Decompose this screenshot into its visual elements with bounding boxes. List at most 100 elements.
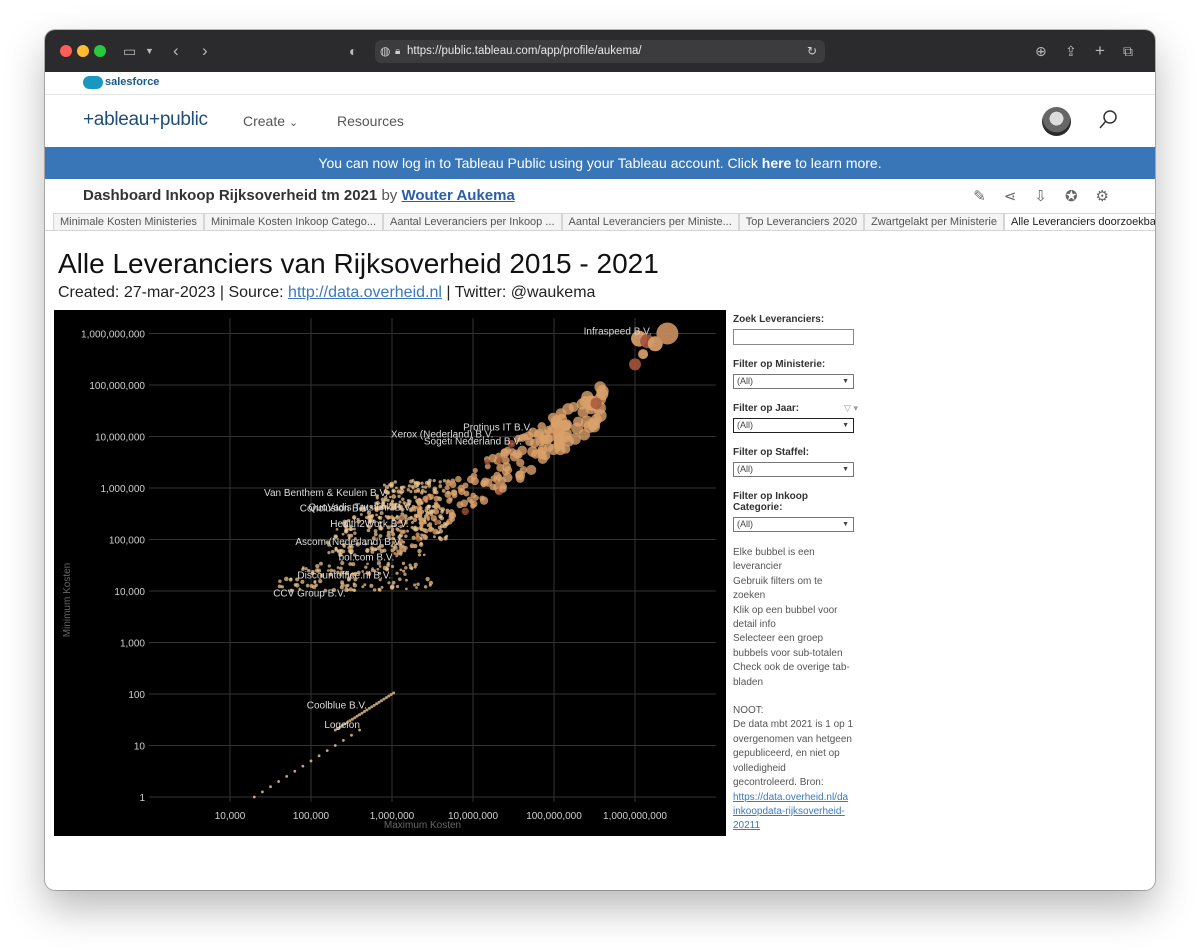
- data-point: [404, 566, 408, 570]
- tab-aantal-leveranciers-ministerie[interactable]: Aantal Leveranciers per Ministe...: [561, 213, 739, 231]
- data-point: [406, 488, 410, 492]
- data-point: [416, 582, 420, 586]
- data-bubble: [629, 358, 641, 371]
- banner-link[interactable]: here: [762, 155, 792, 171]
- sidebar-toggle-icon[interactable]: ▭: [123, 41, 136, 61]
- scatter-chart[interactable]: 10,000 100,000 1,000,000 10,000,000 100,000,…: [54, 310, 726, 836]
- author-link[interactable]: Wouter Aukema: [401, 187, 514, 204]
- data-point: [409, 543, 415, 549]
- data-point: [372, 588, 377, 592]
- subtitle-suffix: | Twitter: @waukema: [441, 284, 596, 301]
- y-tick-label: 1,000,000,000: [81, 330, 145, 341]
- address-bar[interactable]: ◍ 🔒︎ https://public.tableau.com/app/prof…: [375, 40, 825, 63]
- staffel-select[interactable]: (All) ▼: [733, 462, 854, 477]
- data-point: [333, 744, 337, 747]
- data-point: [369, 583, 374, 588]
- data-point: [405, 578, 408, 582]
- back-icon[interactable]: ‹: [173, 41, 179, 61]
- tab-alle-leveranciers[interactable]: Alle Leveranciers doorzoekbaar: [1004, 213, 1155, 231]
- data-point: [439, 523, 445, 529]
- ministerie-label: Filter op Ministerie:: [733, 359, 826, 370]
- supplier-label: Infraspeed B.V.: [584, 326, 652, 337]
- maximize-window-button[interactable]: [94, 45, 106, 57]
- avatar[interactable]: [1042, 107, 1071, 136]
- data-point: [395, 554, 399, 558]
- data-point: [446, 518, 453, 525]
- nav-resources[interactable]: Resources: [337, 113, 404, 129]
- data-point: [410, 516, 414, 520]
- data-point: [410, 521, 414, 525]
- reload-icon[interactable]: ↻: [807, 40, 817, 63]
- jaar-select[interactable]: (All) ▼: [733, 418, 854, 433]
- data-point: [409, 566, 412, 570]
- award-icon[interactable]: ✪: [1065, 187, 1078, 205]
- data-point: [401, 497, 405, 501]
- help-notes: Elke bubbel is een leverancier Gebruik f…: [733, 546, 858, 834]
- data-point: [527, 446, 538, 457]
- note-line: zoeken: [733, 590, 766, 602]
- search-icon[interactable]: [1098, 109, 1118, 131]
- tab-minimale-kosten-inkoop[interactable]: Minimale Kosten Inkoop Catego...: [203, 213, 384, 231]
- data-point: [596, 384, 609, 398]
- filter-panel: Zoek Leveranciers: Filter op Ministerie:…: [733, 314, 858, 834]
- url-text: https://public.tableau.com/app/profile/a…: [407, 45, 642, 57]
- globe-icon: ◍: [380, 44, 391, 58]
- data-point: [422, 495, 429, 501]
- data-point: [340, 582, 345, 587]
- salesforce-label[interactable]: salesforce: [105, 76, 159, 88]
- share-icon[interactable]: ⇪: [1065, 41, 1077, 61]
- tab-minimale-kosten-ministeries[interactable]: Minimale Kosten Ministeries: [53, 213, 204, 231]
- categorie-select[interactable]: (All) ▼: [733, 517, 854, 532]
- jaar-label-row: Filter op Jaar: ▽ ▾: [733, 403, 858, 414]
- supplier-label: Van Benthem & Keulen B.V.: [264, 488, 388, 499]
- source-url-link[interactable]: https://data.overheid.nl/da: [733, 791, 858, 805]
- supplier-label: Sogeti Nederland B.V.: [424, 436, 522, 447]
- close-window-button[interactable]: [60, 45, 72, 57]
- nav-create[interactable]: Create ⌄: [243, 113, 298, 129]
- source-url-link[interactable]: inkoopdata-rijksoverheid-: [733, 805, 858, 819]
- source-url-link[interactable]: 20211: [733, 819, 858, 833]
- filter-funnel-icon[interactable]: ▽ ▾: [844, 403, 858, 414]
- data-point: [432, 486, 438, 491]
- tab-top-leveranciers[interactable]: Top Leveranciers 2020: [738, 213, 865, 231]
- data-point: [327, 564, 331, 568]
- new-tab-icon[interactable]: +: [1095, 41, 1105, 61]
- forward-icon[interactable]: ›: [202, 41, 208, 61]
- tableau-public-logo[interactable]: +ableau+public: [83, 109, 208, 131]
- data-point: [285, 775, 289, 778]
- chart-svg[interactable]: 10,000 100,000 1,000,000 10,000,000 100,000,…: [54, 310, 726, 836]
- login-banner: You can now log in to Tableau Public usi…: [45, 147, 1155, 179]
- data-point: [371, 547, 375, 551]
- chevron-down-icon: ▼: [842, 521, 849, 528]
- data-point: [416, 537, 421, 542]
- tab-overview-icon[interactable]: ⧉: [1123, 41, 1133, 61]
- ministerie-select[interactable]: (All) ▼: [733, 374, 854, 389]
- data-point: [399, 568, 403, 572]
- y-tick-label: 10: [134, 742, 146, 753]
- data-point: [278, 579, 282, 584]
- download-icon[interactable]: ⊕: [1035, 41, 1047, 61]
- data-point: [440, 507, 446, 512]
- tab-zwartgelakt[interactable]: Zwartgelakt per Ministerie: [864, 213, 1004, 231]
- minimize-window-button[interactable]: [77, 45, 89, 57]
- note-line: Klik op een bubbel voor: [733, 604, 838, 616]
- data-point: [417, 553, 422, 557]
- noot-line: NOOT:: [733, 705, 764, 717]
- data-point: [341, 532, 345, 536]
- search-input[interactable]: [733, 329, 854, 345]
- gear-icon[interactable]: ⚙: [1096, 187, 1109, 205]
- download-icon[interactable]: ⇩: [1034, 187, 1047, 205]
- data-point: [411, 486, 415, 490]
- data-point: [444, 535, 448, 539]
- note-line: leverancier: [733, 561, 782, 573]
- chevron-down-icon[interactable]: ▼: [145, 41, 154, 61]
- share-icon[interactable]: ⋖: [1004, 187, 1017, 205]
- data-point: [395, 571, 399, 575]
- tab-aantal-leveranciers-inkoop[interactable]: Aantal Leveranciers per Inkoop ...: [383, 213, 562, 231]
- shield-icon[interactable]: ◐: [349, 41, 357, 61]
- data-point: [393, 548, 396, 552]
- data-point: [416, 481, 421, 486]
- data-point: [470, 472, 478, 480]
- edit-icon[interactable]: ✎: [973, 187, 986, 205]
- source-link[interactable]: http://data.overheid.nl: [288, 284, 442, 301]
